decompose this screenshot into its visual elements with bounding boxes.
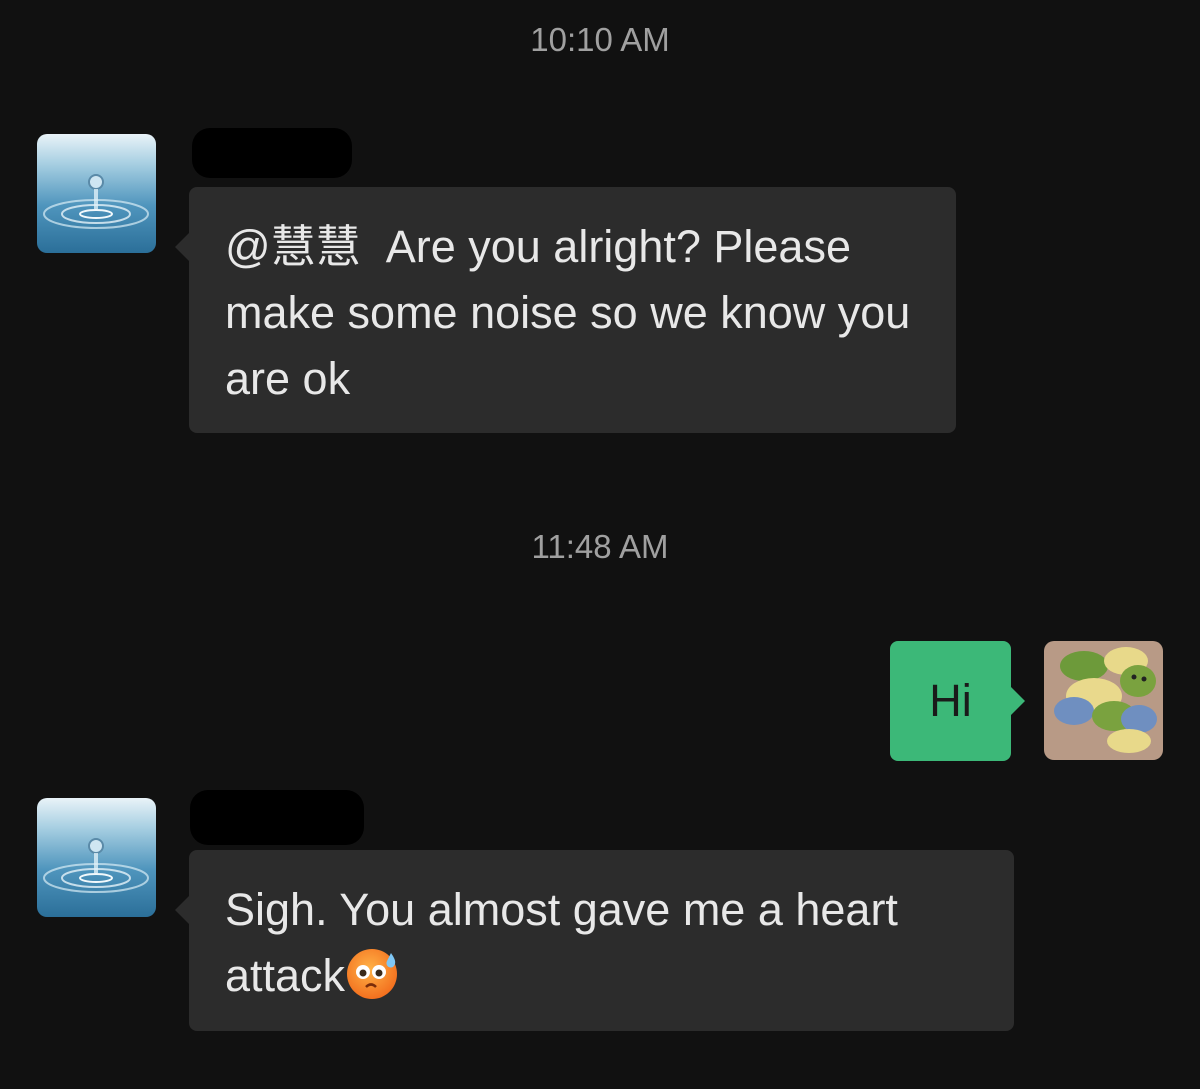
timestamp: 10:10 AM	[530, 21, 670, 58]
anxious-sweat-face-icon	[347, 949, 398, 999]
sender-avatar[interactable]	[37, 798, 156, 917]
redacted-sender-name	[192, 128, 352, 178]
plush-toys-icon	[1044, 641, 1163, 760]
water-drop-icon	[37, 134, 156, 253]
mention-text[interactable]: @慧慧	[225, 221, 361, 272]
outgoing-message-bubble[interactable]: Hi	[890, 641, 1025, 761]
chat-window: 10:10 AM @慧慧 Are you alright? Please mak…	[0, 0, 1200, 1089]
message-bubble[interactable]: @慧慧 Are you alright? Please make some no…	[175, 187, 956, 433]
sender-avatar[interactable]	[37, 134, 156, 253]
timestamp: 11:48 AM	[531, 528, 669, 565]
message-text: Sigh. You almost gave me a heart attack	[225, 884, 898, 1001]
my-avatar[interactable]	[1044, 641, 1163, 760]
message-bubble[interactable]: Sigh. You almost gave me a heart attack	[175, 850, 1014, 1031]
redacted-sender-name	[190, 790, 364, 845]
message-text: Hi	[929, 675, 972, 726]
water-drop-icon	[37, 798, 156, 917]
